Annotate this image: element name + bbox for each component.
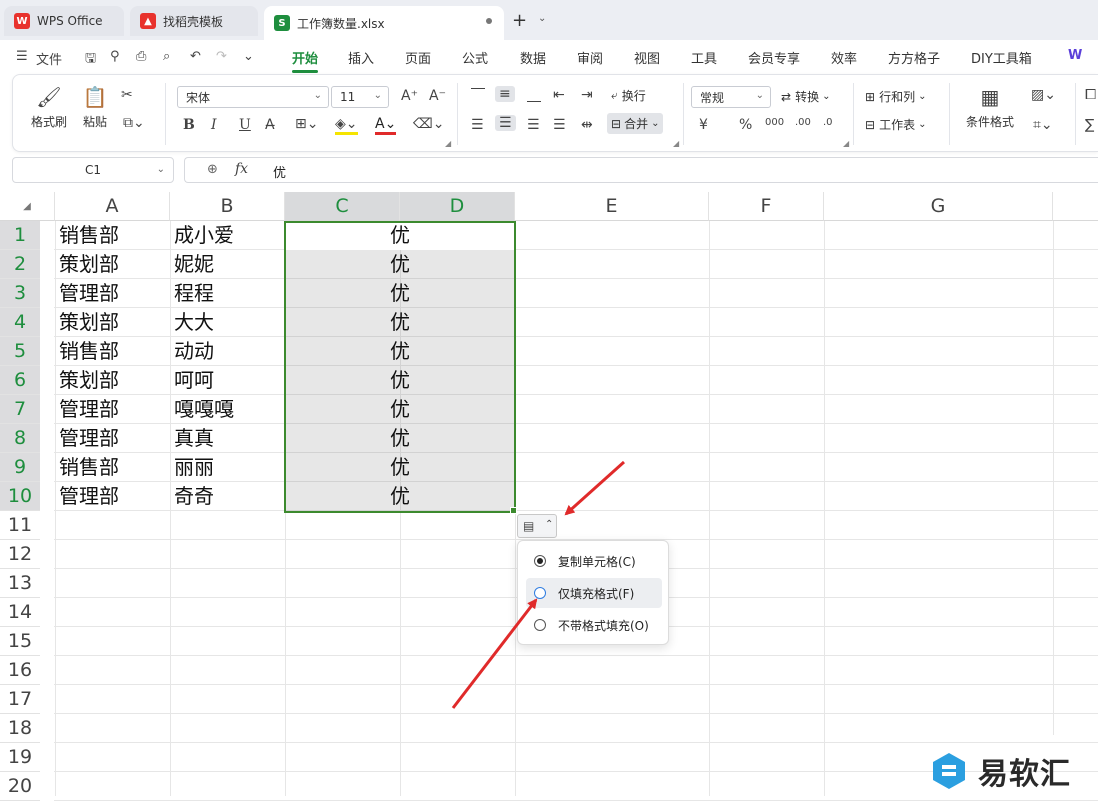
arrow-to-fill-format-option (451, 598, 538, 709)
arrow-to-autofill-button (564, 460, 626, 516)
watermark-logo-icon (933, 753, 965, 789)
watermark-text: 易软汇 (978, 757, 1071, 792)
site-watermark: 易软汇 (930, 748, 1098, 794)
annotation-arrows (451, 460, 626, 709)
